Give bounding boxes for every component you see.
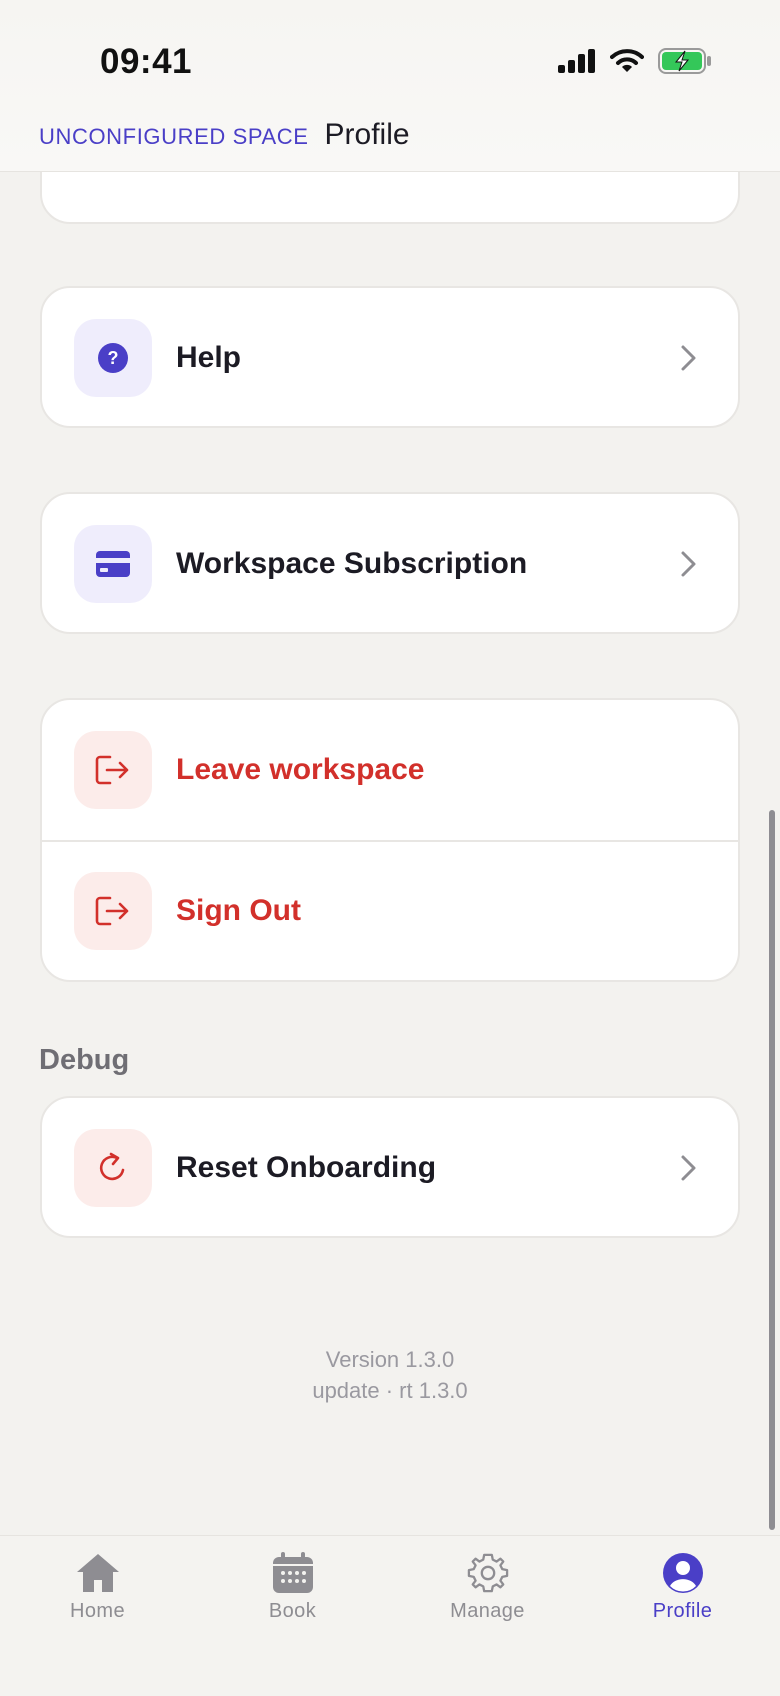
signal-icon [558,49,595,73]
chevron-right-icon [681,551,696,577]
tab-bar: Home Book Manage Profile [0,1535,780,1696]
leave-workspace-row[interactable]: Leave workspace [42,700,738,840]
help-label: Help [176,341,242,374]
user-icon [662,1553,703,1593]
help-icon-tile: ? [74,319,152,397]
leave-workspace-label: Leave workspace [176,753,425,786]
tab-book-label: Book [268,1600,317,1622]
sign-out-row[interactable]: Sign Out [42,840,738,980]
sign-out-label: Sign Out [176,894,301,927]
tab-manage-label: Manage [450,1600,525,1622]
credit-card-icon [96,551,130,577]
exit-icon [95,896,129,926]
tab-profile-label: Profile [652,1600,713,1622]
home-icon [76,1554,119,1592]
reset-icon-tile [74,1129,152,1207]
status-icons [558,48,712,74]
account-actions-card: Leave workspace Sign Out [40,698,740,982]
space-name[interactable]: UNCONFIGURED SPACE [39,124,309,150]
tab-home-label: Home [70,1600,125,1622]
tab-manage[interactable]: Manage [390,1536,585,1696]
debug-section-title: Debug [39,1044,130,1076]
status-time: 09:41 [100,42,193,81]
reset-onboarding-row[interactable]: Reset Onboarding [42,1098,738,1236]
chevron-right-icon [681,345,696,371]
calendar-icon [272,1552,313,1593]
gear-icon [467,1553,508,1593]
tab-profile[interactable]: Profile [585,1536,780,1696]
runtime-line: update · rt 1.3.0 [312,1378,468,1403]
svg-text:?: ? [108,348,119,368]
page-title: Profile [324,118,410,151]
profile-screen: ? Help Workspace Subscription Leave work… [0,0,780,1696]
tab-book[interactable]: Book [195,1536,390,1696]
wifi-icon [610,49,644,72]
help-circle-icon: ? [98,343,128,373]
version-line: Version 1.3.0 [325,1347,455,1372]
subscription-card: Workspace Subscription [40,492,740,634]
leave-icon-tile [74,731,152,809]
battery-charging-icon [658,48,711,74]
subscription-label: Workspace Subscription [176,547,528,580]
sign-out-icon-tile [74,872,152,950]
reset-onboarding-label: Reset Onboarding [176,1151,437,1184]
tab-home[interactable]: Home [0,1536,195,1696]
debug-card: Reset Onboarding [40,1096,740,1238]
chevron-right-icon [681,1155,696,1181]
exit-icon [95,755,129,785]
subscription-row[interactable]: Workspace Subscription [42,494,738,632]
subscription-icon-tile [74,525,152,603]
help-row[interactable]: ? Help [42,288,738,426]
scrollbar[interactable] [769,810,775,1530]
refresh-icon [99,1152,125,1181]
header: UNCONFIGURED SPACE Profile [39,118,410,152]
help-card: ? Help [40,286,740,428]
version-info: Version 1.3.0 update · rt 1.3.0 [0,1344,780,1406]
top-bar: 09:41 UNCONFIGURED SPACE Profile [0,0,780,172]
